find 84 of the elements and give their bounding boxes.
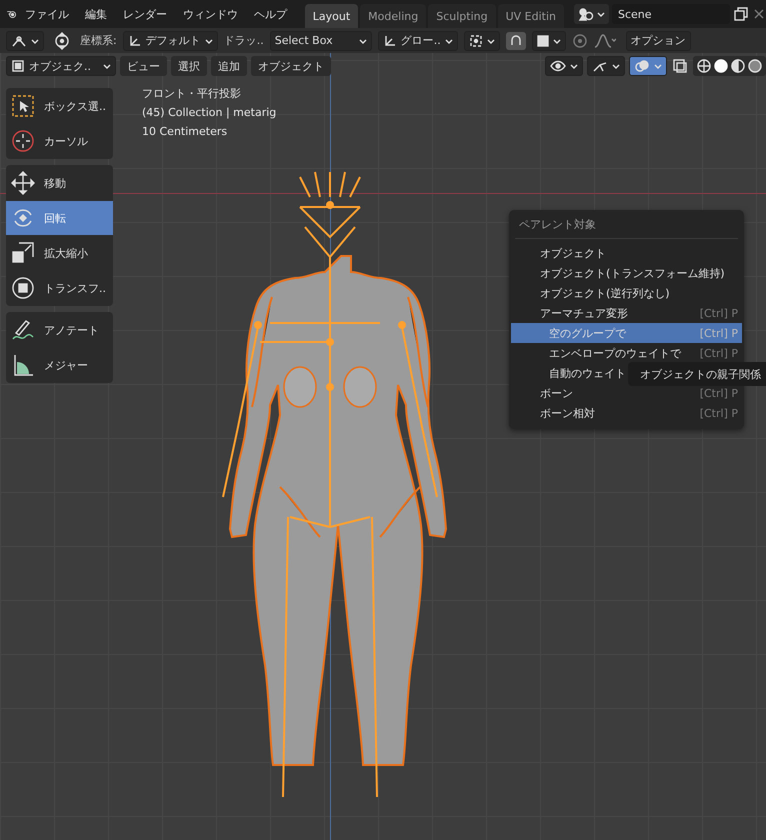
square-icon	[536, 34, 549, 46]
options-dropdown[interactable]: オプション	[626, 30, 691, 50]
select-box-icon	[10, 93, 36, 119]
menu-item[interactable]: オブジェクト(トランスフォーム維持)	[509, 263, 744, 283]
pivot-dropdown[interactable]	[464, 30, 500, 50]
rendered-icon[interactable]	[748, 59, 762, 73]
caret-icon	[552, 36, 561, 44]
caret-icon	[654, 62, 662, 70]
viewport-info-text: フロント・平行投影	[142, 87, 242, 101]
drag-dropdown[interactable]: Select Box	[270, 30, 372, 50]
snap-options-dropdown[interactable]	[6, 30, 44, 50]
shading-buttons[interactable]	[693, 56, 766, 76]
object-mode-icon	[11, 59, 25, 73]
viewport-info-text: (45) Collection | metarig	[142, 106, 276, 120]
caret-icon	[612, 62, 620, 70]
menu-item[interactable]: オブジェクト(逆行列なし)	[509, 283, 744, 303]
solid-icon[interactable]	[714, 59, 728, 73]
pivot-point-icon	[468, 34, 483, 48]
mode-dropdown[interactable]: オブジェク..	[6, 56, 116, 76]
cursor-icon	[10, 128, 36, 154]
snap-icon[interactable]	[506, 32, 526, 50]
tool-button[interactable]: メジャー	[6, 348, 113, 382]
visibility-dropdown[interactable]	[545, 56, 583, 76]
tool-button[interactable]: ボックス選..	[6, 89, 113, 123]
workspace-tab[interactable]: Layout	[304, 4, 358, 28]
menu-item[interactable]: ファイル	[16, 6, 77, 22]
xray-icon[interactable]	[671, 57, 689, 75]
overlay-icon	[634, 59, 650, 73]
caret-icon	[570, 62, 578, 70]
caret-icon	[103, 62, 111, 70]
menu-item[interactable]: エンベロープのウェイトで [Ctrl] P	[509, 343, 744, 363]
tool-button[interactable]: 拡大縮小	[6, 236, 113, 270]
falloff-curve-icon[interactable]	[594, 34, 616, 48]
menu-item[interactable]: ボーン相対 [Ctrl] P	[509, 403, 744, 423]
workspace-tab[interactable]: Sculpting	[428, 4, 496, 28]
caret-icon	[444, 36, 453, 44]
header-menu[interactable]: ビュー	[120, 56, 167, 76]
scene-icon	[578, 7, 594, 21]
gizmo-dropdown[interactable]	[587, 56, 625, 76]
proportional-edit-icon[interactable]	[572, 32, 588, 48]
scene-name-field[interactable]: Scene	[612, 4, 730, 24]
tooltip: オブジェクトの親子関係	[628, 362, 766, 386]
workspace-tab[interactable]: UV Editin	[498, 4, 564, 28]
menu-item[interactable]: オブジェクト	[509, 243, 744, 263]
tool-button[interactable]: アノテート	[6, 313, 113, 347]
pivot-icon	[11, 34, 27, 48]
tool-button[interactable]: カーソル	[6, 124, 113, 158]
menu-item[interactable]: 編集	[76, 6, 115, 22]
axes-icon	[382, 34, 397, 48]
caret-icon	[486, 36, 495, 44]
transform-orientation-dropdown[interactable]: グロー..	[378, 30, 458, 50]
workspace-tab[interactable]: Modeling	[360, 4, 426, 28]
caret-icon	[358, 36, 367, 44]
viewport-info-text: 10 Centimeters	[142, 125, 228, 139]
header-menu[interactable]: 追加	[211, 56, 247, 76]
menu-item[interactable]: ボーン [Ctrl] P	[509, 383, 744, 403]
wireframe-icon[interactable]	[697, 59, 711, 73]
header-menu[interactable]: オブジェクト	[251, 56, 331, 76]
menu-item[interactable]: アーマチュア変形 [Ctrl] P	[509, 303, 744, 323]
menu-item[interactable]: ウィンドウ	[174, 6, 246, 22]
close-icon[interactable]	[752, 7, 766, 21]
caret-icon	[597, 10, 605, 18]
caret-icon	[31, 36, 39, 44]
menu-item[interactable]: レンダー	[114, 6, 175, 22]
copy-icon[interactable]	[733, 6, 749, 22]
transform-icon	[10, 275, 36, 301]
coordinate-label: 座標系:	[80, 33, 117, 48]
eye-icon	[550, 59, 566, 73]
orientation-dropdown[interactable]: デフォルト	[122, 30, 218, 50]
menu-title: ペアレント対象	[518, 217, 597, 233]
scene-selector[interactable]	[574, 4, 609, 24]
axes-icon	[128, 34, 142, 48]
overlay-dropdown[interactable]	[629, 56, 667, 76]
tool-button[interactable]: 回転	[6, 201, 113, 235]
tool-button[interactable]: 移動	[6, 166, 113, 200]
tool-button[interactable]: トランスフ..	[6, 271, 113, 305]
move-icon	[10, 170, 36, 196]
menu-item[interactable]: 空のグループで [Ctrl] P	[511, 323, 742, 343]
caret-icon	[204, 36, 213, 44]
header-menu[interactable]: 選択	[171, 56, 207, 76]
material-icon[interactable]	[731, 59, 745, 73]
drag-label: ドラッ..	[224, 33, 264, 48]
menu-item[interactable]: ヘルプ	[246, 6, 295, 22]
snap-target-dropdown[interactable]	[532, 30, 566, 50]
